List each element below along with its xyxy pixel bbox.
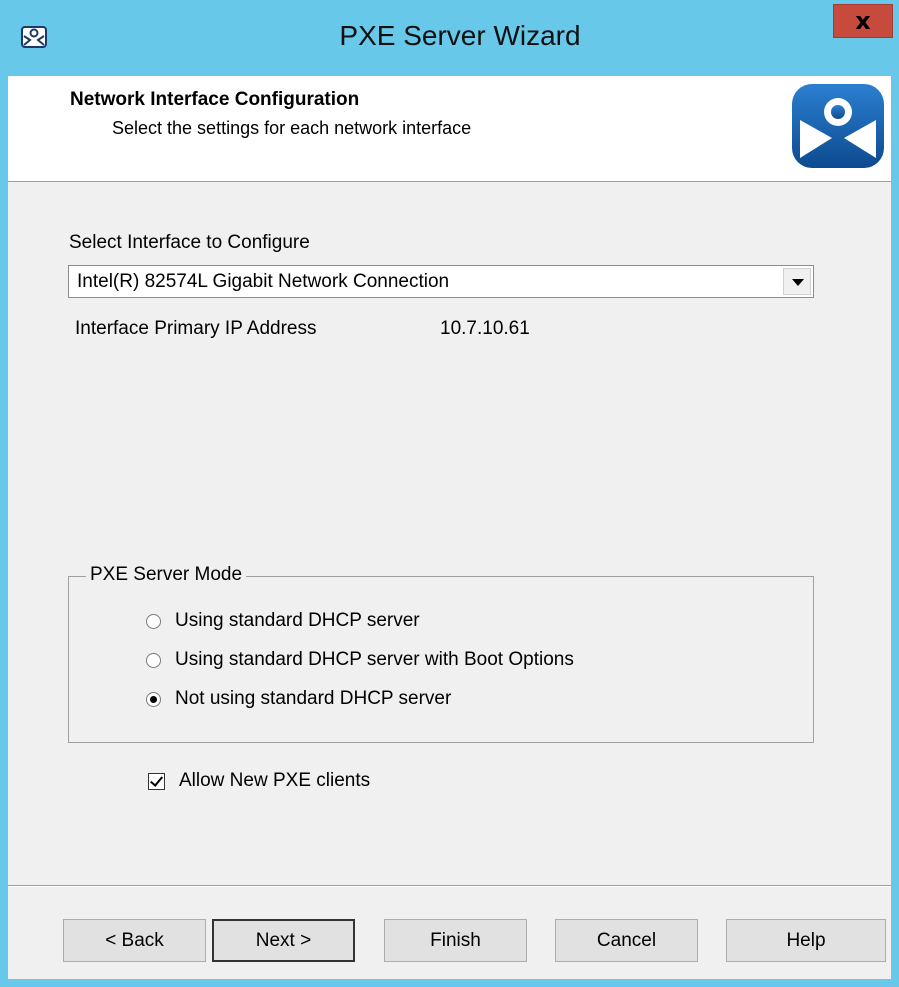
interface-dropdown[interactable]: Intel(R) 82574L Gigabit Network Connecti… <box>68 265 814 298</box>
radio-label: Using standard DHCP server <box>175 610 420 631</box>
chevron-down-icon <box>792 279 804 286</box>
wizard-header: Network Interface Configuration Select t… <box>8 76 891 182</box>
page-title: Network Interface Configuration <box>70 89 360 110</box>
ip-address-value: 10.7.10.61 <box>440 318 530 339</box>
cancel-button[interactable]: Cancel <box>555 919 698 962</box>
next-button[interactable]: Next > <box>212 919 355 962</box>
close-button[interactable]: x <box>833 4 893 38</box>
dropdown-button[interactable] <box>783 268 811 295</box>
page-subtitle: Select the settings for each network int… <box>112 118 472 138</box>
window-title: PXE Server Wizard <box>339 20 581 51</box>
radio-standard-dhcp[interactable]: Using standard DHCP server <box>146 608 420 634</box>
radio-button[interactable] <box>146 613 161 629</box>
wizard-body: Network Interface Configuration Select t… <box>8 76 891 979</box>
thinmanager-logo <box>792 84 884 168</box>
finish-button[interactable]: Finish <box>384 919 527 962</box>
ip-address-label: Interface Primary IP Address <box>75 318 317 339</box>
radio-button-selected[interactable] <box>146 691 161 707</box>
checkbox[interactable] <box>148 772 165 790</box>
wizard-window: PXE Server Wizard x Network Interface Co… <box>0 0 899 987</box>
radio-label: Using standard DHCP server with Boot Opt… <box>175 649 574 670</box>
interface-dropdown-value: Intel(R) 82574L Gigabit Network Connecti… <box>77 271 450 292</box>
allow-new-pxe-clients[interactable]: Allow New PXE clients <box>148 768 370 794</box>
title-bar[interactable]: PXE Server Wizard x <box>0 0 899 76</box>
radio-standard-dhcp-boot-options[interactable]: Using standard DHCP server with Boot Opt… <box>146 647 574 673</box>
help-button[interactable]: Help <box>726 919 886 962</box>
radio-label: Not using standard DHCP server <box>175 688 452 709</box>
checkbox-label: Allow New PXE clients <box>179 770 371 791</box>
select-interface-label: Select Interface to Configure <box>69 232 310 253</box>
back-button[interactable]: < Back <box>63 919 206 962</box>
radio-not-standard-dhcp[interactable]: Not using standard DHCP server <box>146 686 451 712</box>
pxe-mode-legend: PXE Server Mode <box>86 564 247 586</box>
footer-divider <box>8 885 891 887</box>
radio-button[interactable] <box>146 652 161 668</box>
